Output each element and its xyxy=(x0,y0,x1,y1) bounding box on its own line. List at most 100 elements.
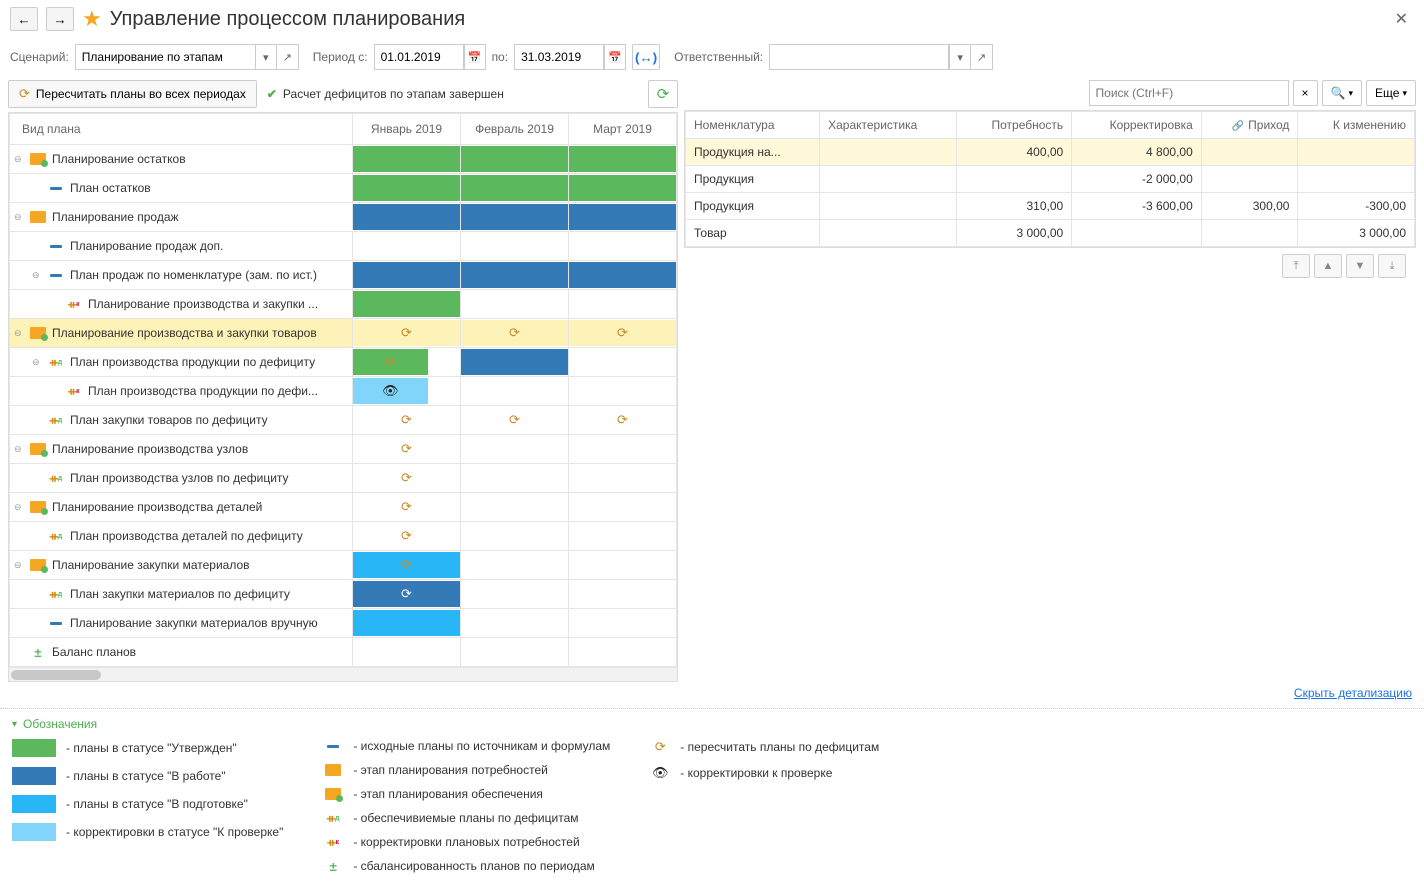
expand-icon[interactable]: ⊖ xyxy=(14,212,24,223)
plan-bar-cell[interactable] xyxy=(569,203,677,232)
plan-bar-cell[interactable] xyxy=(353,609,461,638)
plan-bar-cell[interactable] xyxy=(461,464,569,493)
plan-bar-cell[interactable]: ⟳ xyxy=(461,319,569,348)
tree-row[interactable]: ᚑдПлан производства деталей по дефициту⟳ xyxy=(10,522,677,551)
tree-row[interactable]: ᚑкПлан производства продукции по дефи...… xyxy=(10,377,677,406)
grid-header[interactable]: Характеристика xyxy=(820,112,957,139)
expand-icon[interactable]: ⊖ xyxy=(14,444,24,455)
plan-bar-cell[interactable] xyxy=(569,174,677,203)
period-from-calendar-button[interactable]: 📅 xyxy=(464,44,486,70)
expand-icon[interactable]: ⊖ xyxy=(32,357,42,368)
scenario-dropdown-button[interactable]: ▾ xyxy=(255,44,277,70)
tree-row[interactable]: ⊖Планирование продаж xyxy=(10,203,677,232)
expand-icon[interactable]: ⊖ xyxy=(14,154,24,165)
search-button[interactable]: 🔍 ▾ xyxy=(1322,80,1362,106)
plan-bar-cell[interactable] xyxy=(461,580,569,609)
plan-bar-cell[interactable] xyxy=(461,435,569,464)
recalc-all-periods-button[interactable]: ⟳ Пересчитать планы во всех периодах xyxy=(8,80,257,108)
search-input[interactable] xyxy=(1089,80,1289,106)
plan-bar-cell[interactable]: ⟳ xyxy=(569,406,677,435)
plan-bar-cell[interactable] xyxy=(461,348,569,377)
plan-bar-cell[interactable] xyxy=(461,174,569,203)
plan-bar-cell[interactable] xyxy=(353,145,461,174)
plan-bar-cell[interactable] xyxy=(569,435,677,464)
plan-bar-cell[interactable] xyxy=(353,232,461,261)
grid-header[interactable]: Номенклатура xyxy=(686,112,820,139)
tree-row[interactable]: Планирование закупки материалов вручную xyxy=(10,609,677,638)
period-to-calendar-button[interactable]: 📅 xyxy=(604,44,626,70)
favorite-star-icon[interactable]: ★ xyxy=(82,6,102,32)
plan-bar-cell[interactable] xyxy=(569,551,677,580)
period-from-input[interactable] xyxy=(374,44,464,70)
tree-row[interactable]: ᚑкПланирование производства и закупки ..… xyxy=(10,290,677,319)
plan-bar-cell[interactable]: ⟳ xyxy=(353,348,461,377)
plan-bar-cell[interactable] xyxy=(461,145,569,174)
plan-bar-cell[interactable] xyxy=(353,290,461,319)
plan-bar-cell[interactable]: ⟳ xyxy=(353,319,461,348)
plan-bar-cell[interactable] xyxy=(461,609,569,638)
grid-header[interactable]: 🔗Приход xyxy=(1201,112,1298,139)
hide-detail-link[interactable]: Скрыть детализацию xyxy=(0,682,1424,704)
plan-bar-cell[interactable] xyxy=(461,261,569,290)
plan-bar-cell[interactable] xyxy=(461,203,569,232)
tree-row[interactable]: ⊖Планирование остатков xyxy=(10,145,677,174)
plan-bar-cell[interactable]: ⟳ xyxy=(353,435,461,464)
tree-row[interactable]: ⊖План продаж по номенклатуре (зам. по ис… xyxy=(10,261,677,290)
plan-bar-cell[interactable] xyxy=(461,493,569,522)
plan-bar-cell[interactable] xyxy=(569,232,677,261)
tree-row[interactable]: ⊖Планирование производства и закупки тов… xyxy=(10,319,677,348)
tree-row[interactable]: План остатков xyxy=(10,174,677,203)
plan-bar-cell[interactable] xyxy=(569,493,677,522)
grid-nav-last-button[interactable]: ⤓ xyxy=(1378,254,1406,278)
plan-bar-cell[interactable] xyxy=(569,348,677,377)
expand-icon[interactable]: ⊖ xyxy=(32,270,42,281)
plan-bar-cell[interactable] xyxy=(461,551,569,580)
plan-bar-cell[interactable]: ⟳ xyxy=(353,551,461,580)
plan-bar-cell[interactable] xyxy=(353,174,461,203)
close-button[interactable]: ✕ xyxy=(1389,7,1414,31)
plan-bar-cell[interactable]: ⟳ xyxy=(461,406,569,435)
legend-header[interactable]: ▾ Обозначения xyxy=(12,717,1412,731)
plan-bar-cell[interactable]: ⟳ xyxy=(353,464,461,493)
tree-row[interactable]: Планирование продаж доп. xyxy=(10,232,677,261)
plan-bar-cell[interactable]: ⟳ xyxy=(353,406,461,435)
more-button[interactable]: Еще ▾ xyxy=(1366,80,1416,106)
responsible-open-button[interactable]: ↗ xyxy=(971,44,993,70)
plan-bar-cell[interactable]: 👁 xyxy=(353,377,461,406)
plan-bar-cell[interactable] xyxy=(569,377,677,406)
expand-icon[interactable]: ⊖ xyxy=(14,328,24,339)
nav-back-button[interactable]: ← xyxy=(10,7,38,31)
plan-bar-cell[interactable]: ⟳ xyxy=(353,522,461,551)
grid-nav-first-button[interactable]: ⤒ xyxy=(1282,254,1310,278)
grid-row[interactable]: Товар3 000,003 000,00 xyxy=(686,220,1415,247)
grid-nav-down-button[interactable]: ▼ xyxy=(1346,254,1374,278)
horizontal-scrollbar[interactable] xyxy=(9,667,677,681)
tree-row[interactable]: ±Баланс планов xyxy=(10,638,677,667)
plan-bar-cell[interactable]: ⟳ xyxy=(353,493,461,522)
period-sync-button[interactable]: (↔) xyxy=(632,44,660,70)
expand-icon[interactable]: ⊖ xyxy=(14,560,24,571)
plan-bar-cell[interactable] xyxy=(353,261,461,290)
plan-bar-cell[interactable] xyxy=(569,145,677,174)
grid-header[interactable]: К изменению xyxy=(1298,112,1415,139)
responsible-input[interactable] xyxy=(769,44,949,70)
grid-row[interactable]: Продукция на...400,004 800,00 xyxy=(686,139,1415,166)
grid-header[interactable]: Потребность xyxy=(957,112,1072,139)
grid-row[interactable]: Продукция310,00-3 600,00300,00-300,00 xyxy=(686,193,1415,220)
tree-row[interactable]: ᚑдПлан производства узлов по дефициту⟳ xyxy=(10,464,677,493)
plan-bar-cell[interactable] xyxy=(569,609,677,638)
tree-row[interactable]: ᚑдПлан закупки товаров по дефициту⟳⟳⟳ xyxy=(10,406,677,435)
period-to-input[interactable] xyxy=(514,44,604,70)
plan-bar-cell[interactable] xyxy=(569,261,677,290)
scenario-open-button[interactable]: ↗ xyxy=(277,44,299,70)
plan-bar-cell[interactable] xyxy=(461,377,569,406)
plan-bar-cell[interactable] xyxy=(353,638,461,667)
plan-bar-cell[interactable] xyxy=(461,232,569,261)
plan-bar-cell[interactable] xyxy=(353,203,461,232)
nav-forward-button[interactable]: → xyxy=(46,7,74,31)
scenario-input[interactable] xyxy=(75,44,255,70)
plan-bar-cell[interactable] xyxy=(569,638,677,667)
plan-bar-cell[interactable] xyxy=(569,522,677,551)
grid-header[interactable]: Корректировка xyxy=(1072,112,1202,139)
tree-row[interactable]: ⊖Планирование производства узлов⟳ xyxy=(10,435,677,464)
